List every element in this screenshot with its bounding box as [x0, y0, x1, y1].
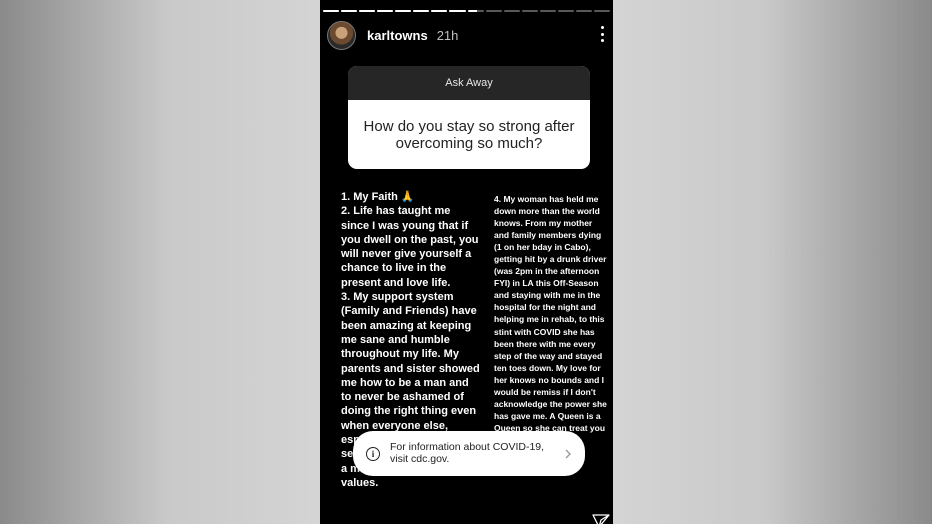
story-viewer[interactable]: karltowns 21h Ask Away How do you stay s…: [320, 0, 613, 524]
progress-segment: [467, 10, 484, 12]
avatar[interactable]: [327, 20, 356, 50]
progress-segment: [593, 10, 610, 12]
story-header: karltowns 21h: [327, 20, 613, 50]
question-text: How do you stay so strong after overcomi…: [363, 117, 575, 152]
progress-segment: [485, 10, 502, 12]
story-progress-bar: [323, 10, 610, 13]
answer-text-right: 4. My woman has held me down more than t…: [494, 193, 609, 446]
progress-segment: [341, 10, 358, 12]
progress-segment: [359, 10, 376, 12]
progress-segment: [449, 10, 466, 12]
covid-info-text: For information about COVID-19, visit cd…: [390, 441, 545, 465]
more-options-icon[interactable]: [599, 26, 605, 42]
info-icon: i: [366, 446, 380, 461]
answer-item: 2. Life has taught me since I was young …: [341, 205, 482, 289]
username[interactable]: karltowns: [367, 28, 428, 43]
progress-segment: [575, 10, 592, 12]
progress-segment: [323, 10, 340, 12]
answer-item: 1. My Faith 🙏: [341, 191, 415, 203]
question-sticker-header: Ask Away: [348, 66, 590, 100]
answer-item: 4. My woman has held me down more than t…: [494, 194, 607, 445]
progress-segment: [503, 10, 520, 12]
chevron-right-icon: [565, 449, 571, 458]
progress-segment: [395, 10, 412, 12]
post-time: 21h: [436, 27, 459, 43]
covid-info-banner[interactable]: i For information about COVID-19, visit …: [353, 431, 585, 476]
share-icon[interactable]: [592, 514, 610, 524]
progress-segment: [377, 10, 394, 12]
progress-segment: [539, 10, 556, 12]
progress-segment: [431, 10, 448, 12]
progress-segment: [557, 10, 574, 12]
question-sticker: Ask Away How do you stay so strong after…: [348, 66, 590, 169]
progress-segment: [521, 10, 538, 12]
progress-segment: [413, 10, 430, 12]
